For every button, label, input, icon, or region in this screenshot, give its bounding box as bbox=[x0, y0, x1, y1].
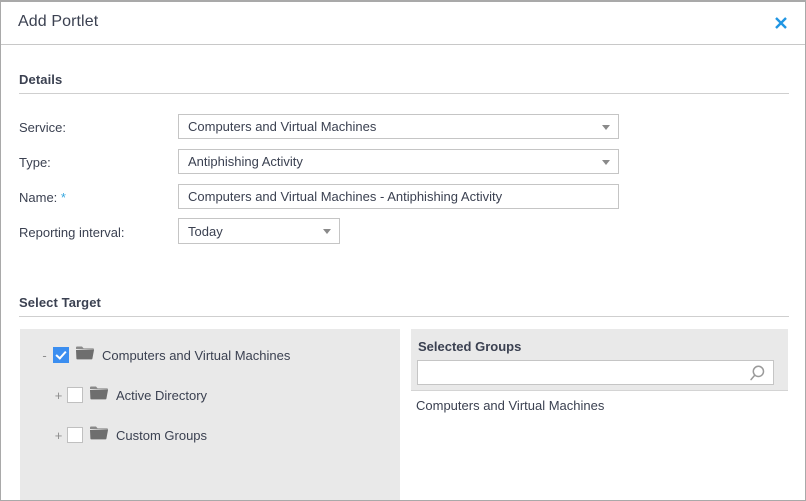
service-select[interactable]: Computers and Virtual Machines bbox=[178, 114, 619, 139]
selected-groups-title: Selected Groups bbox=[418, 339, 522, 354]
dialog-titlebar: Add Portlet bbox=[1, 2, 805, 45]
details-heading: Details bbox=[19, 72, 63, 87]
add-portlet-dialog: Add Portlet Details Service: Computers a… bbox=[0, 0, 806, 501]
tree-node-label: Computers and Virtual Machines bbox=[102, 347, 291, 363]
selected-groups-search bbox=[417, 360, 774, 385]
list-item[interactable]: Computers and Virtual Machines bbox=[411, 392, 788, 413]
tree-node-label: Active Directory bbox=[116, 387, 208, 403]
folder-icon bbox=[76, 346, 94, 365]
required-marker: * bbox=[60, 190, 66, 205]
chevron-down-icon bbox=[323, 229, 331, 234]
tree-node-custom-groups[interactable]: + Custom Groups bbox=[53, 424, 207, 446]
select-target-divider bbox=[19, 316, 789, 317]
tree-node-label: Custom Groups bbox=[116, 427, 208, 443]
tree-checkbox[interactable] bbox=[67, 387, 83, 403]
type-select[interactable]: Antiphishing Activity bbox=[178, 149, 619, 174]
select-target-heading: Select Target bbox=[19, 295, 101, 310]
collapse-toggle-icon[interactable]: - bbox=[39, 349, 50, 362]
name-label-text: Name: bbox=[19, 190, 58, 205]
target-tree-panel: - Computers and Virtual Machines + Activ… bbox=[20, 329, 400, 500]
type-select-value: Antiphishing Activity bbox=[188, 154, 303, 169]
chevron-down-icon bbox=[602, 159, 610, 165]
tree-checkbox[interactable] bbox=[67, 427, 83, 443]
selected-groups-list: Computers and Virtual Machines bbox=[411, 392, 788, 413]
search-icon[interactable] bbox=[748, 364, 767, 388]
expand-toggle-icon[interactable]: + bbox=[53, 389, 64, 402]
selected-groups-header: Selected Groups bbox=[411, 329, 788, 391]
chevron-down-icon bbox=[602, 124, 610, 130]
tree-checkbox[interactable] bbox=[53, 347, 69, 363]
tree-node-active-directory[interactable]: + Active Directory bbox=[53, 384, 207, 406]
name-label: Name: * bbox=[19, 190, 66, 205]
service-select-value: Computers and Virtual Machines bbox=[188, 119, 377, 134]
expand-toggle-icon[interactable]: + bbox=[53, 429, 64, 442]
folder-icon bbox=[90, 386, 108, 405]
reporting-interval-label: Reporting interval: bbox=[19, 225, 125, 240]
dialog-title: Add Portlet bbox=[18, 13, 99, 30]
reporting-interval-value: Today bbox=[188, 223, 223, 239]
selected-groups-panel: Selected Groups Computers and Virtual Ma… bbox=[411, 329, 788, 500]
search-input[interactable] bbox=[418, 361, 748, 384]
close-icon[interactable] bbox=[770, 12, 792, 34]
folder-icon bbox=[90, 426, 108, 445]
name-input-value: Computers and Virtual Machines - Antiphi… bbox=[188, 189, 503, 204]
type-label: Type: bbox=[19, 155, 51, 170]
service-label: Service: bbox=[19, 120, 66, 135]
name-input[interactable]: Computers and Virtual Machines - Antiphi… bbox=[178, 184, 619, 209]
reporting-interval-select[interactable]: Today bbox=[178, 218, 340, 244]
tree-node-computers-and-virtual-machines[interactable]: - Computers and Virtual Machines bbox=[39, 344, 290, 366]
details-divider bbox=[19, 93, 789, 94]
